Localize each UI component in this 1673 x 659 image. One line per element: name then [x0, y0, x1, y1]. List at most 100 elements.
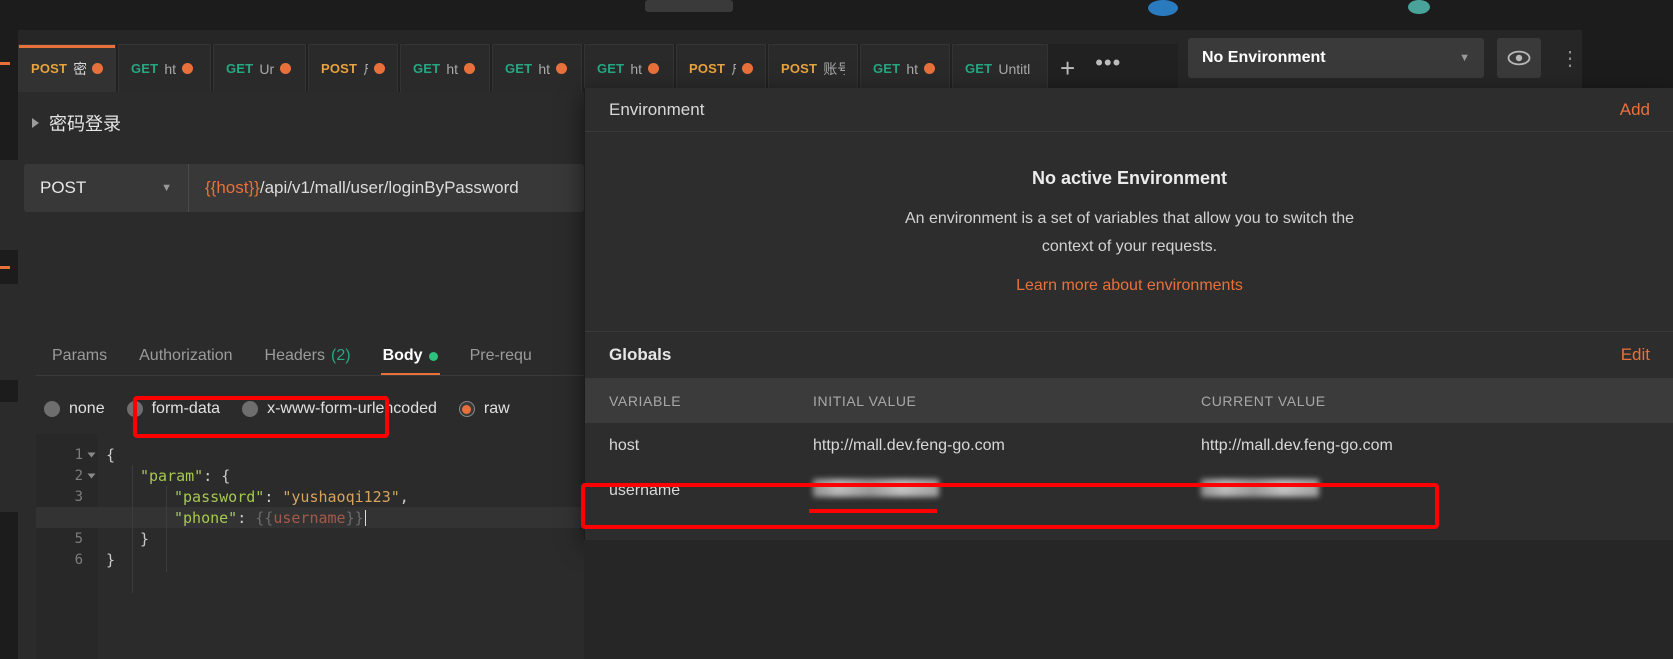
body-type-label: form-data	[151, 400, 221, 417]
request-section-tab[interactable]: Headers (2)	[249, 347, 367, 376]
url-input[interactable]: {{host}}/api/v1/mall/user/loginByPasswor…	[188, 164, 584, 212]
globals-current-value[interactable]: http://mall.dev.feng-go.com	[1201, 437, 1621, 455]
request-section-tabs[interactable]: Params Authorization Headers (2) Body Pre-req…	[36, 332, 636, 376]
editor-code-line[interactable]: "phone": {{username}}	[36, 507, 602, 528]
tab-method-label: GET	[873, 61, 901, 76]
header-count-badge: (2)	[331, 347, 351, 364]
window-right-edge	[1582, 30, 1673, 88]
top-strip-pill	[645, 0, 733, 12]
globals-initial-value[interactable]: http://mall.dev.feng-go.com	[813, 437, 1201, 455]
request-tab[interactable]: GET ht	[584, 44, 674, 92]
request-tab[interactable]: GET Ur	[213, 44, 306, 92]
panel-bottom-filler	[584, 540, 1673, 659]
code-token-punc: ,	[399, 487, 409, 506]
left-rail-marker-top	[0, 62, 10, 65]
http-method-select[interactable]: POST ▼	[24, 164, 188, 212]
unsaved-changes-dot	[924, 63, 936, 74]
globals-current-value[interactable]	[1201, 479, 1621, 502]
globals-table-row[interactable]: host http://mall.dev.feng-go.com http://ma…	[585, 423, 1673, 468]
body-type-radio[interactable]: form-data	[126, 400, 221, 418]
window-top-strip	[0, 0, 1673, 30]
request-tab[interactable]: GET ht	[492, 44, 582, 92]
editor-gutter: 123456	[36, 434, 98, 659]
learn-more-link[interactable]: Learn more about environments	[1016, 277, 1243, 295]
tab-method-label: POST	[781, 61, 818, 76]
http-method-label: POST	[40, 178, 87, 197]
top-strip-teal-indicator	[1408, 0, 1430, 14]
body-type-radio-group[interactable]: none form-data x-www-form-urlencoded raw	[44, 394, 644, 424]
tab-name-label: Ur	[259, 60, 275, 77]
code-token-key: "param"	[140, 466, 204, 485]
body-type-radio[interactable]: raw	[458, 400, 510, 418]
editor-code-line[interactable]: }	[98, 528, 149, 549]
tab-name-label: ht	[446, 60, 459, 77]
globals-table-row[interactable]: username	[585, 468, 1673, 513]
code-token-punc: {	[106, 445, 116, 464]
tab-method-label: GET	[131, 61, 159, 76]
request-section-tab[interactable]: Params	[36, 347, 123, 376]
code-token-punc: }	[140, 529, 150, 548]
editor-indent-guide	[166, 486, 167, 572]
request-tab[interactable]: GET ht	[118, 44, 211, 92]
tab-bar-more-button[interactable]: •••	[1085, 44, 1131, 92]
globals-initial-value[interactable]	[813, 479, 1201, 502]
request-section-tab[interactable]: Body	[367, 347, 454, 376]
code-fold-icon[interactable]	[87, 452, 96, 457]
environment-panel-header: Environment Add	[585, 88, 1673, 132]
top-strip-blue-indicator	[1148, 0, 1178, 16]
editor-code-line[interactable]: {	[98, 444, 115, 465]
body-type-radio[interactable]: none	[44, 400, 105, 418]
editor-code-line[interactable]: "password": "yushaoqi123",	[98, 486, 409, 507]
request-title: 密码登录	[49, 114, 121, 134]
unsaved-changes-dot	[742, 63, 753, 74]
unsaved-changes-dot	[182, 63, 194, 74]
code-token-key: "password"	[174, 487, 265, 506]
body-type-radio[interactable]: x-www-form-urlencoded	[242, 400, 437, 418]
new-tab-button[interactable]: +	[1050, 44, 1085, 92]
request-section-tab-label: Headers	[264, 347, 325, 364]
url-variable: {{host}}	[205, 178, 260, 197]
chevron-down-icon: ▼	[161, 182, 172, 194]
request-tab[interactable]: POST 户	[676, 44, 766, 92]
request-tab[interactable]: POST 户	[308, 44, 398, 92]
tab-name-label: ht	[630, 60, 643, 77]
request-tab[interactable]: GET ht	[860, 44, 950, 92]
request-body-editor[interactable]: 123456 {"param": {"password": "yushaoqi1…	[36, 434, 602, 659]
tab-method-label: GET	[226, 61, 254, 76]
radio-icon	[126, 401, 143, 417]
editor-code-line[interactable]: "param": {	[98, 465, 230, 486]
request-section-tab[interactable]: Authorization	[123, 347, 248, 376]
globals-edit-button[interactable]: Edit	[1621, 345, 1650, 365]
environment-add-button[interactable]: Add	[1620, 100, 1650, 120]
request-pane: 密码登录 POST ▼ {{host}}/api/v1/mall/user/lo…	[18, 92, 602, 659]
tab-method-label: GET	[505, 61, 533, 76]
environment-panel-title: Environment	[609, 99, 705, 119]
url-path: /api/v1/mall/user/loginByPassword	[259, 178, 519, 197]
request-tab-bar[interactable]: POST 密 GET ht GET Ur POST 户 GET ht GET ht GET ht POST 户…	[18, 44, 1178, 92]
globals-variable-name[interactable]: host	[585, 437, 813, 455]
request-section-tab[interactable]: Pre-requ	[454, 347, 548, 376]
column-header-variable: VARIABLE	[609, 393, 682, 409]
code-token-punc: :	[237, 508, 256, 527]
editor-indent-guide	[132, 465, 133, 593]
request-tab[interactable]: GET Untitl	[952, 44, 1048, 92]
tab-name-label: ht	[538, 60, 551, 77]
code-fold-icon[interactable]	[87, 473, 96, 478]
request-tab[interactable]: POST 密	[18, 44, 116, 92]
environment-quick-look-button[interactable]	[1497, 38, 1541, 78]
left-rail	[0, 30, 18, 659]
request-tab[interactable]: GET ht	[400, 44, 490, 92]
request-collapse-header[interactable]: 密码登录	[32, 110, 121, 136]
globals-variable-name[interactable]: username	[585, 482, 813, 500]
left-rail-block-2	[0, 284, 18, 380]
environment-selector[interactable]: No Environment ▼	[1188, 38, 1484, 78]
editor-code-line[interactable]: }	[98, 549, 115, 570]
environment-selector-label: No Environment	[1202, 49, 1326, 66]
tab-method-label: GET	[413, 61, 441, 76]
code-token-varbrace: }}	[345, 508, 364, 527]
editor-line-number: 6	[36, 549, 98, 570]
request-tab[interactable]: POST 账号	[768, 44, 858, 92]
request-tabs-divider	[36, 375, 602, 376]
window-kebab-menu-button[interactable]: ⋮	[1558, 38, 1582, 78]
code-token-punc: :	[264, 487, 283, 506]
